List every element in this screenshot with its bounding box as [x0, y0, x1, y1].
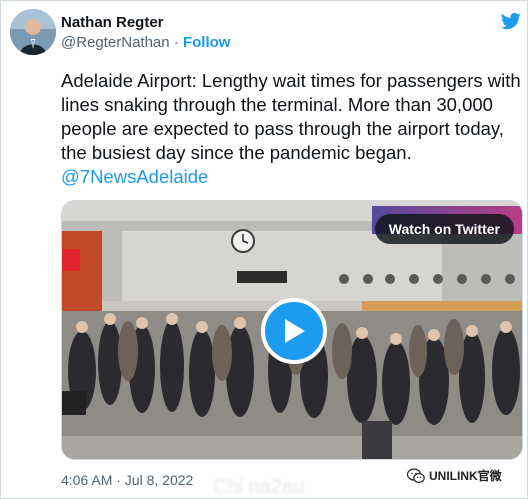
mention-link[interactable]: @7NewsAdelaide: [61, 166, 208, 187]
wechat-icon: [407, 467, 425, 483]
twitter-bird-icon[interactable]: [500, 11, 522, 31]
watermark-badge: UNILINK官微: [407, 467, 502, 484]
tweet-card: Nathan Regter @RegterNathan · Follow Ade…: [0, 0, 528, 499]
author-handle[interactable]: @RegterNathan: [61, 34, 170, 51]
follow-button[interactable]: Follow: [183, 34, 231, 51]
video-media[interactable]: Watch on Twitter: [61, 200, 523, 460]
watermark-text: Chi na2au: [213, 476, 305, 498]
watch-on-twitter-button[interactable]: Watch on Twitter: [374, 214, 514, 244]
tweet-timestamp[interactable]: 4:06 AM · Jul 8, 2022: [61, 472, 193, 488]
tweet-text: Adelaide Airport: Lengthy wait times for…: [61, 69, 523, 189]
tweet-body: Adelaide Airport: Lengthy wait times for…: [61, 70, 521, 163]
play-icon: [285, 319, 305, 343]
separator: ·: [173, 34, 179, 51]
author-handle-row: @RegterNathan · Follow: [61, 34, 230, 51]
play-button[interactable]: [261, 298, 327, 364]
avatar[interactable]: [10, 9, 56, 55]
author-name[interactable]: Nathan Regter: [61, 14, 164, 31]
watermark-badge-label: UNILINK官微: [429, 469, 502, 483]
